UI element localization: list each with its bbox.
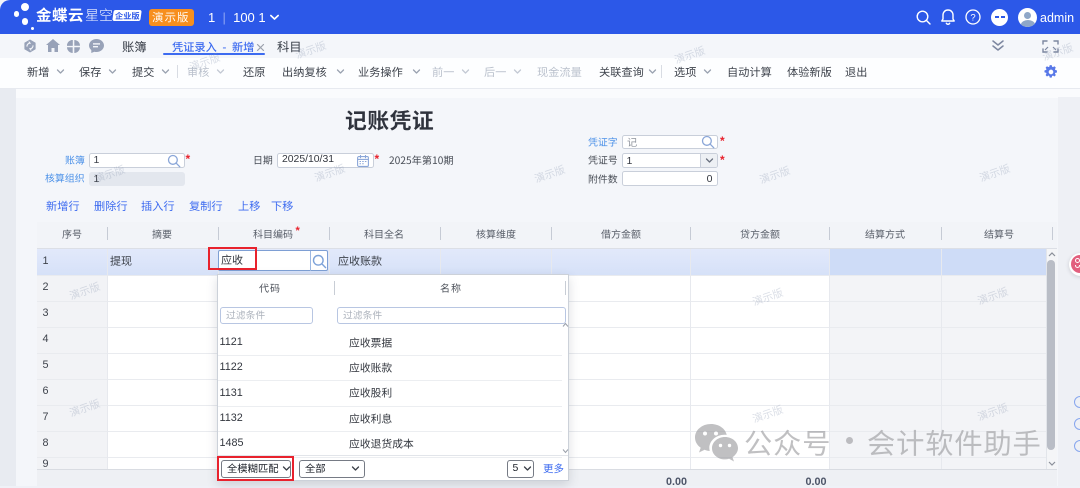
svg-text:?: ? xyxy=(970,12,975,23)
